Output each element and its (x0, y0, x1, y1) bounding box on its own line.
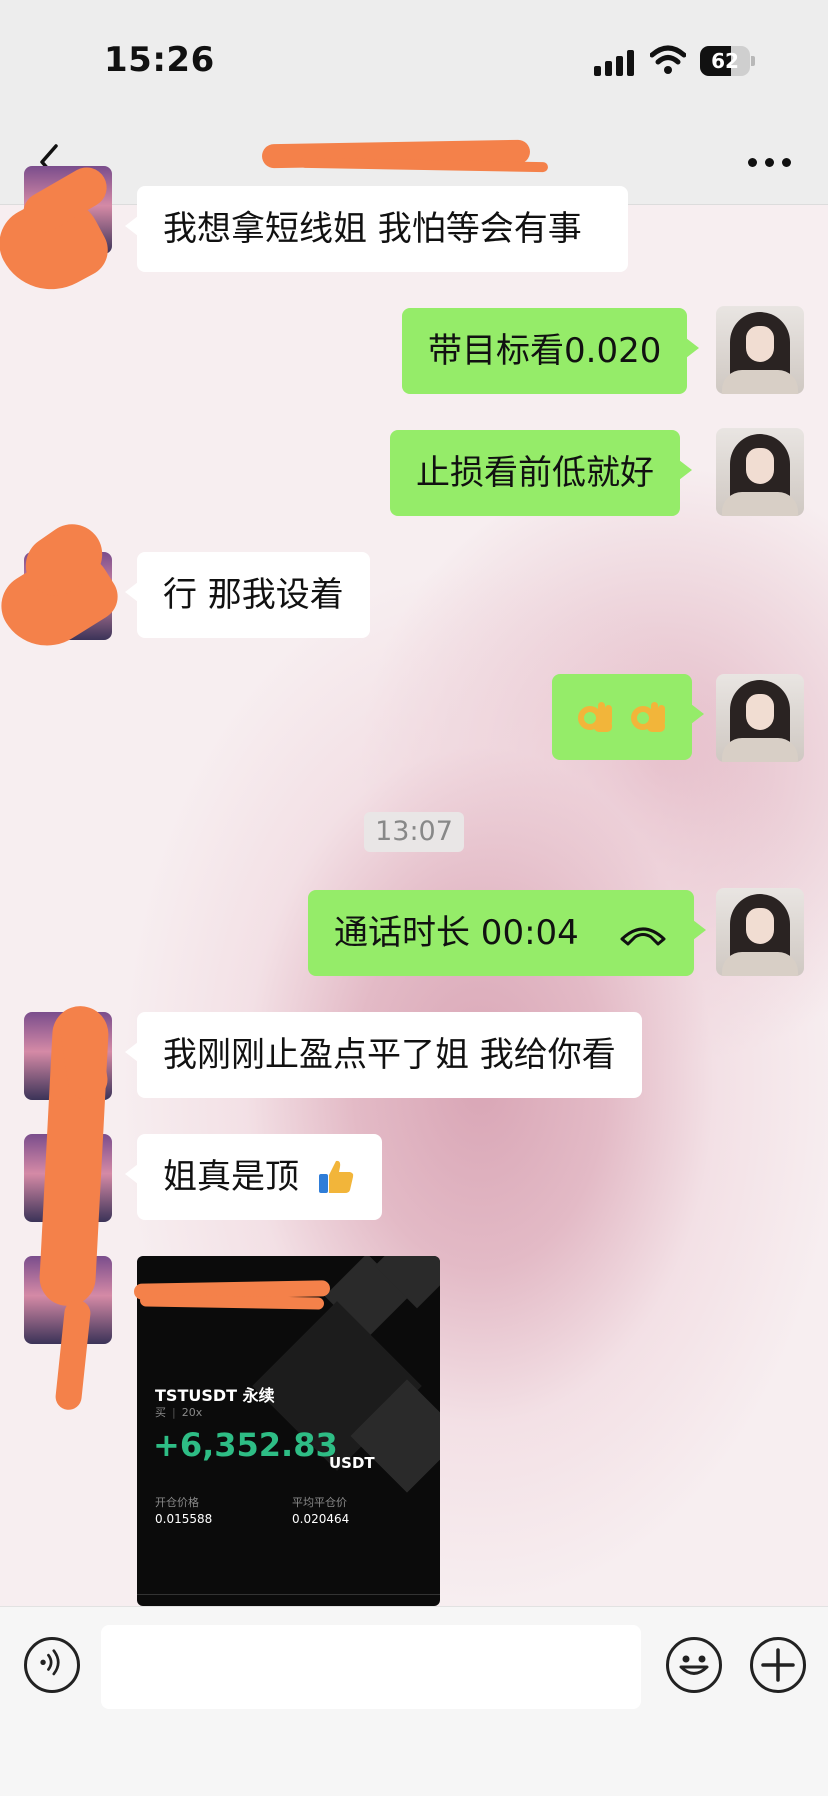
thumbs-up-emoji (318, 1160, 354, 1193)
outgoing-message[interactable]: 带目标看0.020 (402, 308, 700, 394)
chat-input-bar (0, 1606, 828, 1796)
call-duration-message[interactable]: 通话时长 00:04 (308, 890, 706, 976)
chat-screen: 15:26 62 我想拿短线姐 我怕等会有事 带目标看0.020 止损看前低就好… (0, 0, 828, 1796)
cellular-signal-icon (594, 50, 636, 76)
close-price-label: 平均平仓价 (292, 1496, 347, 1509)
battery-percent: 62 (711, 49, 739, 73)
self-avatar[interactable] (716, 888, 804, 976)
message-timestamp: 13:07 (364, 812, 464, 852)
trade-pair: TSTUSDT 永续 (155, 1386, 275, 1405)
trade-pnl-unit: USDT (329, 1454, 375, 1472)
incoming-message[interactable]: 我想拿短线姐 我怕等会有事 (125, 186, 628, 272)
ok-hand-emoji (578, 701, 612, 732)
hangup-phone-icon (620, 927, 666, 945)
incoming-message[interactable]: 姐真是顶 (125, 1134, 382, 1220)
ok-hand-emoji (630, 701, 665, 732)
self-avatar[interactable] (716, 428, 804, 516)
wifi-icon (650, 45, 686, 74)
call-duration-text: 通话时长 00:04 (334, 913, 579, 953)
close-price-value: 0.020464 (292, 1512, 350, 1526)
trade-pnl: +6,352.83 (153, 1426, 338, 1464)
trade-side-leverage: 买 | 20x (155, 1406, 203, 1419)
message-input[interactable] (101, 1625, 641, 1709)
open-price-label: 开仓价格 (155, 1496, 199, 1509)
status-time: 15:26 (104, 40, 215, 80)
incoming-message[interactable]: 行 那我设着 (125, 552, 370, 638)
self-avatar[interactable] (716, 674, 804, 762)
outgoing-message[interactable]: 止损看前低就好 (390, 430, 692, 516)
open-price-value: 0.015588 (155, 1512, 213, 1526)
self-avatar[interactable] (716, 306, 804, 394)
plus-icon[interactable] (750, 1637, 806, 1693)
battery-icon: 62 (700, 46, 755, 76)
smiley-icon[interactable] (666, 1637, 722, 1693)
incoming-message-text: 姐真是顶 (163, 1157, 299, 1197)
voice-icon[interactable] (24, 1637, 80, 1693)
status-bar: 15:26 62 (0, 0, 828, 120)
outgoing-emoji-message[interactable] (552, 674, 704, 760)
more-dots-icon[interactable] (748, 158, 792, 168)
incoming-message[interactable]: 我刚刚止盈点平了姐 我给你看 (125, 1012, 642, 1098)
